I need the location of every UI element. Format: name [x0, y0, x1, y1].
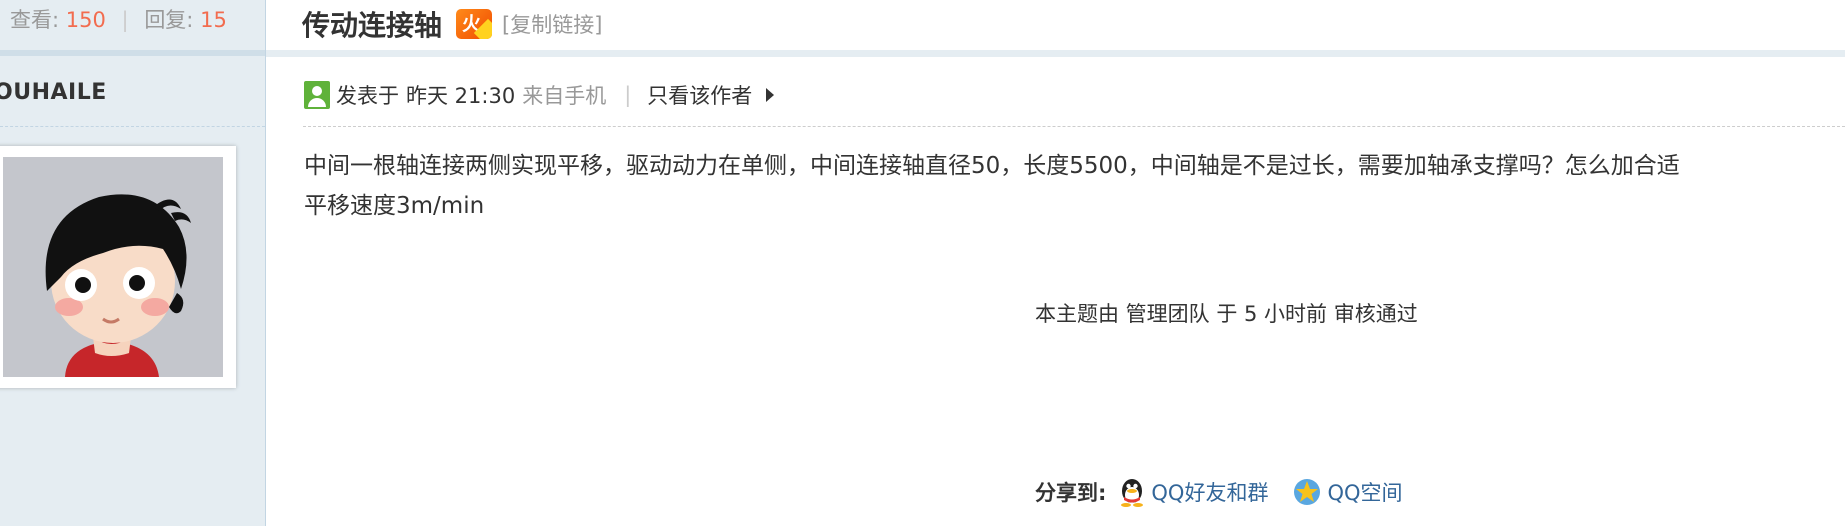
qzone-star-icon: [1294, 479, 1321, 505]
share-qzone-link[interactable]: QQ空间: [1292, 477, 1403, 507]
views-label: 查看:: [10, 8, 60, 32]
share-qzone-label: QQ空间: [1327, 481, 1403, 505]
meta-divider: [303, 126, 1845, 127]
moderation-note: 本主题由 管理团队 于 5 小时前 审核通过: [1035, 302, 1418, 326]
post-body: 中间一根轴连接两侧实现平移，驱动动力在单侧，中间连接轴直径50，长度5500，中…: [304, 146, 1680, 226]
qq-penguin-icon: [1121, 479, 1144, 507]
share-row: 分享到: QQ好友和群 QQ空间: [1035, 474, 1427, 510]
avatar[interactable]: [0, 146, 236, 388]
thread-stats: 查看: 150 | 回复: 15: [10, 4, 227, 34]
avatar-cartoon-icon: [3, 157, 223, 377]
post-meta: 发表于 昨天 21:30 来自手机 | 只看该作者: [304, 79, 775, 111]
copy-link-button[interactable]: [复制链接]: [502, 9, 602, 39]
replies-count: 15: [200, 8, 227, 32]
posted-label: 发表于: [336, 84, 399, 108]
sidebar-band: [0, 50, 265, 56]
post-source: 来自手机: [522, 84, 607, 108]
post-body-line: 平移速度3m/min: [304, 193, 485, 219]
post-time: 昨天 21:30: [406, 84, 516, 108]
replies-label: 回复:: [144, 8, 194, 32]
post-body-line: 中间一根轴连接两侧实现平移，驱动动力在单侧，中间连接轴直径50，长度5500，中…: [304, 153, 1680, 179]
author-sidebar: 查看: 150 | 回复: 15 OUHAILE: [0, 0, 266, 526]
thread-title: 传动连接轴: [302, 9, 443, 42]
sidebar-divider: [0, 126, 265, 127]
triangle-right-icon: [766, 88, 775, 102]
stats-separator: |: [121, 8, 129, 32]
share-qq-friends-label: QQ好友和群: [1151, 481, 1269, 505]
share-label: 分享到:: [1035, 481, 1107, 505]
user-icon: [304, 81, 330, 109]
share-qq-friends-link[interactable]: QQ好友和群: [1118, 477, 1268, 507]
meta-separator: |: [624, 83, 632, 107]
author-name[interactable]: OUHAILE: [0, 80, 107, 105]
only-author-link[interactable]: 只看该作者: [647, 80, 752, 110]
hot-badge-icon: 火: [456, 9, 493, 39]
thread-title-row: 传动连接轴 火 [复制链接]: [302, 4, 602, 44]
views-count: 150: [65, 8, 106, 32]
header-band: [266, 50, 1845, 57]
